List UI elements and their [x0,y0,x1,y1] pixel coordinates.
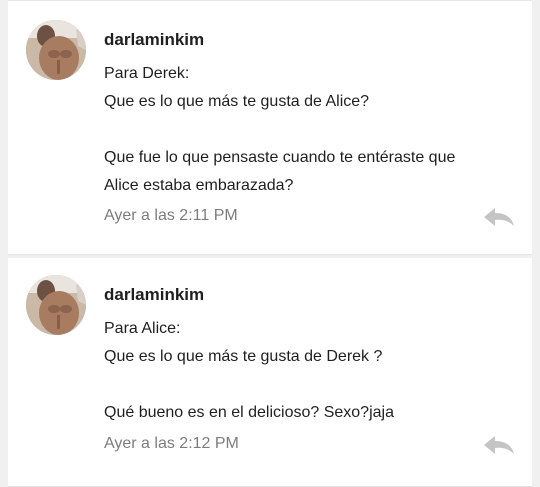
comment-line: Que fue lo que pensaste cuando te entéra… [104,149,456,166]
avatar-photo-icon [26,275,86,335]
comment-line: Qué bueno es en el delicioso? Sexo?jaja [104,404,394,421]
comment-text: Para Alice: Que es lo que más te gusta d… [104,315,516,427]
comment-line: Que es lo que más te gusta de Alice? [104,93,370,110]
comment-line: Alice estaba embarazada? [104,177,294,194]
comment-card: darlaminkim Para Alice: Que es lo que má… [8,258,532,487]
comment-line: Que es lo que más te gusta de Derek ? [104,348,383,365]
user-avatar[interactable] [26,20,86,80]
reply-button[interactable] [482,434,516,456]
reply-button[interactable] [482,206,516,228]
comments-list: darlaminkim Para Derek: Que es lo que má… [8,0,532,487]
avatar-photo-icon [26,20,86,80]
comment-card: darlaminkim Para Derek: Que es lo que má… [8,0,532,255]
user-avatar[interactable] [26,275,86,335]
comment-line: Para Derek: [104,65,190,82]
comment-username[interactable]: darlaminkim [104,284,516,306]
comment-line: Para Alice: [104,320,181,337]
comment-line [104,116,516,144]
comment-line [104,371,516,399]
reply-arrow-icon [484,436,514,454]
comment-text: Para Derek: Que es lo que más te gusta d… [104,60,516,200]
comment-username[interactable]: darlaminkim [104,29,516,51]
reply-arrow-icon [484,208,514,226]
comment-body: darlaminkim Para Alice: Que es lo que má… [104,284,516,427]
comment-timestamp: Ayer a las 2:12 PM [104,435,239,452]
comment-timestamp: Ayer a las 2:11 PM [104,207,238,224]
comment-body: darlaminkim Para Derek: Que es lo que má… [104,29,516,200]
